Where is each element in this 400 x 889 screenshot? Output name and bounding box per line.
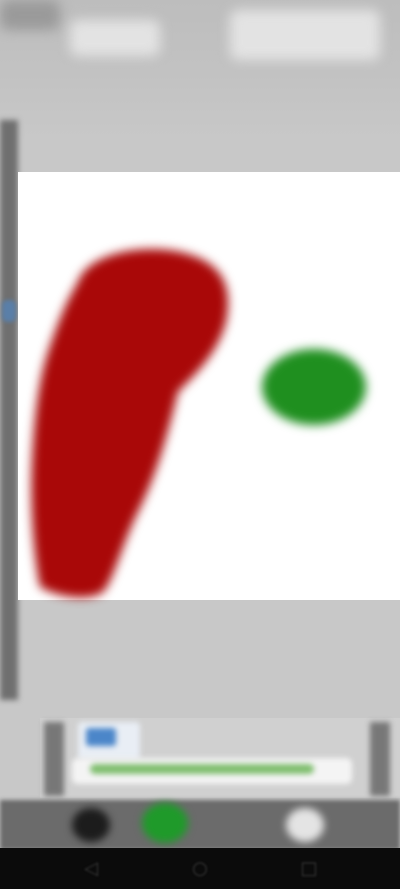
eraser-icon[interactable] [286, 808, 324, 842]
top-toolbar [0, 0, 400, 140]
brush-size-slider-fill [90, 764, 314, 774]
drawing-canvas[interactable] [18, 172, 400, 600]
recent-apps-icon[interactable]: □ [298, 858, 320, 880]
red-freehand-stroke [31, 249, 229, 598]
toolbar-button-right[interactable] [230, 10, 380, 60]
home-icon[interactable]: ○ [189, 858, 211, 880]
green-dot-stroke [262, 349, 366, 425]
selected-color-chip [86, 728, 116, 746]
panel-handle-right [370, 722, 390, 796]
back-icon[interactable]: ◁ [80, 858, 102, 880]
drawing-app-screen: ◁ ○ □ [0, 0, 400, 889]
tool-strip [0, 800, 400, 850]
menu-icon[interactable] [0, 0, 60, 30]
color-picker-icon[interactable] [142, 803, 188, 843]
toolbar-button-left[interactable] [70, 20, 160, 56]
scrollbar-thumb[interactable] [2, 300, 16, 322]
panel-handle-left [44, 722, 64, 796]
canvas-strokes [31, 249, 366, 598]
vertical-scrollbar[interactable] [0, 120, 18, 700]
pen-icon[interactable] [72, 808, 110, 842]
